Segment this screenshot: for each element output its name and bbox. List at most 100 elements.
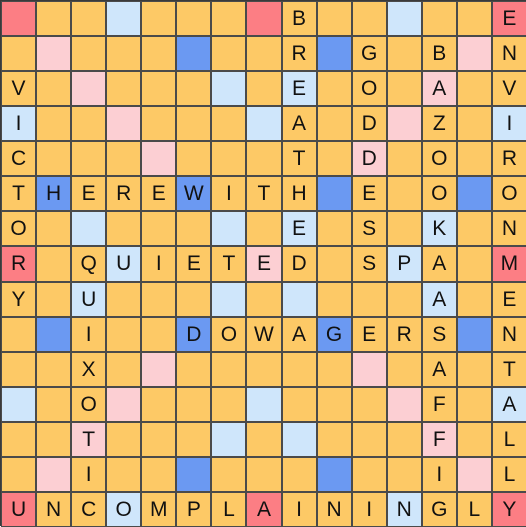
board-square[interactable] <box>456 106 492 142</box>
board-square[interactable] <box>246 281 282 317</box>
board-square[interactable] <box>246 71 282 107</box>
board-square[interactable] <box>106 106 142 142</box>
board-square[interactable] <box>106 316 142 352</box>
board-square[interactable] <box>176 386 212 422</box>
board-square[interactable] <box>456 36 492 72</box>
board-square[interactable] <box>281 456 317 492</box>
board-square[interactable] <box>456 71 492 107</box>
board-square[interactable] <box>176 141 212 177</box>
board-square[interactable] <box>456 141 492 177</box>
board-square[interactable] <box>141 386 177 422</box>
board-square[interactable] <box>316 211 352 247</box>
board-square[interactable] <box>456 421 492 457</box>
board-square[interactable] <box>141 71 177 107</box>
board-square[interactable] <box>386 211 422 247</box>
board-square[interactable] <box>176 421 212 457</box>
board-square[interactable] <box>1 316 37 352</box>
board-square[interactable] <box>141 211 177 247</box>
board-square[interactable] <box>176 106 212 142</box>
board-square[interactable] <box>281 386 317 422</box>
board-square[interactable] <box>36 246 72 282</box>
board-square[interactable] <box>246 36 282 72</box>
board-square[interactable] <box>456 456 492 492</box>
board-square[interactable] <box>456 281 492 317</box>
board-square[interactable] <box>246 141 282 177</box>
board-square[interactable] <box>211 281 247 317</box>
board-square[interactable] <box>36 1 72 37</box>
board-square[interactable] <box>141 1 177 37</box>
board-square[interactable] <box>1 1 37 37</box>
board-square[interactable] <box>1 421 37 457</box>
board-square[interactable] <box>281 351 317 387</box>
board-square[interactable] <box>456 246 492 282</box>
board-square[interactable] <box>211 71 247 107</box>
board-square[interactable] <box>316 386 352 422</box>
board-square[interactable] <box>106 351 142 387</box>
board-square[interactable] <box>106 281 142 317</box>
board-square[interactable] <box>211 106 247 142</box>
board-square[interactable] <box>106 36 142 72</box>
board-square[interactable] <box>246 106 282 142</box>
board-square[interactable] <box>456 351 492 387</box>
board-square[interactable] <box>351 1 387 37</box>
board-square[interactable] <box>106 211 142 247</box>
board-square[interactable] <box>316 141 352 177</box>
board-square[interactable] <box>316 246 352 282</box>
board-square[interactable] <box>36 421 72 457</box>
board-square[interactable] <box>36 456 72 492</box>
board-square[interactable] <box>456 316 492 352</box>
board-square[interactable] <box>316 106 352 142</box>
board-square[interactable] <box>386 281 422 317</box>
board-square[interactable] <box>351 281 387 317</box>
board-square[interactable] <box>316 456 352 492</box>
board-square[interactable] <box>386 386 422 422</box>
board-square[interactable] <box>386 1 422 37</box>
board-square[interactable] <box>141 141 177 177</box>
board-square[interactable] <box>386 176 422 212</box>
board-square[interactable] <box>386 36 422 72</box>
board-square[interactable] <box>36 316 72 352</box>
board-square[interactable] <box>211 36 247 72</box>
board-square[interactable] <box>71 36 107 72</box>
board-square[interactable] <box>456 386 492 422</box>
board-square[interactable] <box>316 36 352 72</box>
board-square[interactable] <box>386 351 422 387</box>
board-square[interactable] <box>456 211 492 247</box>
board-square[interactable] <box>141 281 177 317</box>
board-square[interactable] <box>316 421 352 457</box>
board-square[interactable] <box>106 386 142 422</box>
board-square[interactable] <box>176 281 212 317</box>
board-square[interactable] <box>211 421 247 457</box>
board-square[interactable] <box>386 421 422 457</box>
board-square[interactable] <box>36 71 72 107</box>
board-square[interactable] <box>141 36 177 72</box>
board-square[interactable] <box>211 351 247 387</box>
board-square[interactable] <box>106 1 142 37</box>
board-square[interactable] <box>246 456 282 492</box>
board-square[interactable] <box>36 386 72 422</box>
board-square[interactable] <box>36 36 72 72</box>
board-square[interactable] <box>36 281 72 317</box>
board-square[interactable] <box>176 456 212 492</box>
board-square[interactable] <box>141 456 177 492</box>
board-square[interactable] <box>71 1 107 37</box>
board-square[interactable] <box>281 281 317 317</box>
board-square[interactable] <box>351 351 387 387</box>
board-square[interactable] <box>211 386 247 422</box>
board-square[interactable] <box>316 281 352 317</box>
board-square[interactable] <box>176 1 212 37</box>
board-square[interactable] <box>1 36 37 72</box>
board-square[interactable] <box>351 386 387 422</box>
board-square[interactable] <box>316 71 352 107</box>
board-square[interactable] <box>246 1 282 37</box>
board-square[interactable] <box>141 106 177 142</box>
board-square[interactable] <box>386 71 422 107</box>
board-square[interactable] <box>316 351 352 387</box>
board-square[interactable] <box>106 456 142 492</box>
board-square[interactable] <box>106 71 142 107</box>
board-square[interactable] <box>71 211 107 247</box>
board-square[interactable] <box>36 106 72 142</box>
board-square[interactable] <box>246 386 282 422</box>
board-square[interactable] <box>316 1 352 37</box>
board-square[interactable] <box>176 36 212 72</box>
